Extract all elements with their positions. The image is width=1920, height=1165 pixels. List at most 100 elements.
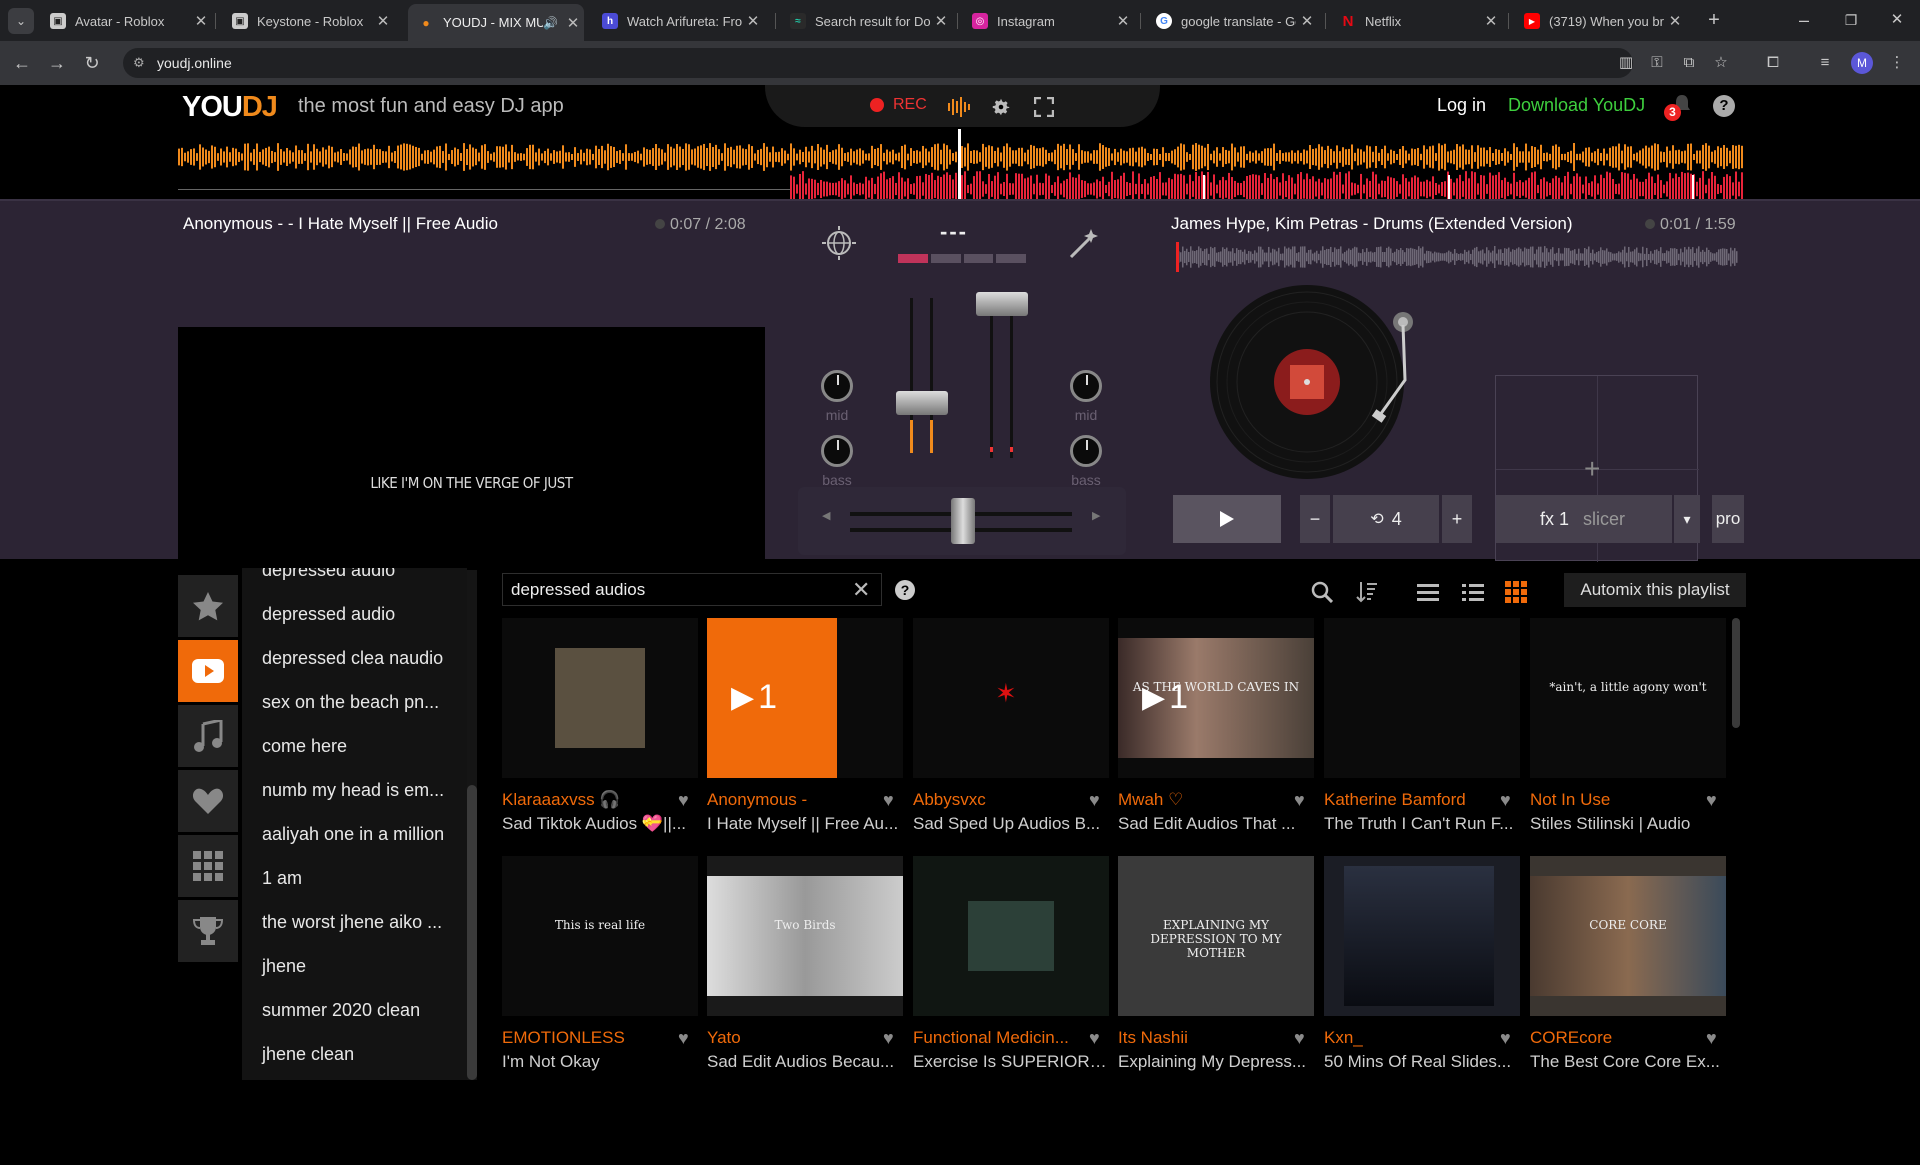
chevron-down-icon[interactable]: ▾ <box>1674 495 1700 543</box>
card-thumbnail[interactable]: ▶ 1 <box>707 618 903 778</box>
loop-plus-button[interactable]: + <box>1442 495 1472 543</box>
loop-size-button[interactable]: ⟲ 4 <box>1333 495 1439 543</box>
heart-icon[interactable]: ♥ <box>1500 790 1511 811</box>
card-uploader[interactable]: Katherine Bamford <box>1324 790 1492 810</box>
detail-list-view-icon[interactable] <box>1462 582 1484 602</box>
result-card[interactable]: Kxn_ ♥ 50 Mins Of Real Slides... <box>1324 856 1520 1076</box>
card-thumbnail[interactable] <box>502 618 698 778</box>
browser-menu-icon[interactable]: ⋮ <box>1886 52 1908 74</box>
close-icon[interactable]: ✕ <box>372 12 394 30</box>
tab-youdj[interactable]: ● YOUDJ - MIX MU 🔊 ✕ <box>408 4 584 41</box>
history-item[interactable]: depressed audio <box>262 604 395 625</box>
download-youdj-link[interactable]: Download YouDJ <box>1508 95 1645 116</box>
card-uploader[interactable]: Mwah ♡ <box>1118 790 1286 810</box>
result-card[interactable]: EXPLAINING MY DEPRESSION TO MY MOTHER Its… <box>1118 856 1314 1076</box>
close-icon[interactable]: ✕ <box>1480 12 1502 30</box>
card-thumbnail[interactable]: *ain't, a little agony won't <box>1530 618 1726 778</box>
close-icon[interactable]: ✕ <box>1112 12 1134 30</box>
deck-b-play-button[interactable] <box>1173 495 1281 543</box>
close-icon[interactable]: ✕ <box>742 12 764 30</box>
card-thumbnail[interactable]: Two Birds <box>707 856 903 1016</box>
card-uploader[interactable]: Klaraaaxvss 🎧 <box>502 790 670 810</box>
close-icon[interactable]: ✕ <box>930 12 952 30</box>
result-card[interactable]: Klaraaaxvss 🎧 ♥ Sad Tiktok Audios 💝||... <box>502 618 698 838</box>
equalizer-icon[interactable] <box>948 97 972 117</box>
search-icon[interactable] <box>1311 581 1333 603</box>
history-item[interactable]: the worst jhene aiko ... <box>262 912 442 933</box>
card-uploader[interactable]: Kxn_ <box>1324 1028 1492 1048</box>
heart-icon[interactable]: ♥ <box>1089 790 1100 811</box>
heart-icon[interactable]: ♥ <box>1706 790 1717 811</box>
left-eq-knob[interactable] <box>821 370 853 402</box>
result-card[interactable]: CORE CORE COREcore ♥ The Best Core Core Ex.… <box>1530 856 1726 1076</box>
history-item[interactable]: jhene clean <box>262 1044 354 1065</box>
close-icon[interactable]: ✕ <box>562 14 584 32</box>
favorites-star-tab[interactable] <box>178 575 238 637</box>
card-thumbnail[interactable]: ✶ <box>913 618 1109 778</box>
login-link[interactable]: Log in <box>1437 95 1486 116</box>
restore-button[interactable]: ❐ <box>1839 8 1863 32</box>
waveform-overview[interactable] <box>0 127 1920 207</box>
reader-mode-icon[interactable]: ▥ <box>1615 52 1637 74</box>
tab-avatar-roblox[interactable]: ▣ Avatar - Roblox ✕ <box>40 6 212 36</box>
tab-search-button[interactable]: ⌄ <box>8 8 34 34</box>
history-item[interactable]: sex on the beach pn... <box>262 692 439 713</box>
card-thumbnail[interactable] <box>1324 618 1520 778</box>
youdj-logo[interactable]: YOUDJ <box>182 91 278 124</box>
channel-b-volume-fader[interactable] <box>976 292 1028 316</box>
history-item[interactable]: depressed audio <box>262 568 395 581</box>
crossfader-left-arrow[interactable]: ◀ <box>822 509 830 522</box>
loop-minus-button[interactable]: − <box>1300 495 1330 543</box>
close-icon[interactable]: ✕ <box>1296 12 1318 30</box>
profile-avatar[interactable]: M <box>1851 52 1873 74</box>
grid-apps-tab[interactable] <box>178 835 238 897</box>
results-scrollbar-thumb[interactable] <box>1732 618 1740 728</box>
result-card[interactable]: Functional Medicin... ♥ Exercise Is SUPERI… <box>913 856 1109 1076</box>
history-scrollbar-thumb[interactable] <box>467 785 477 1080</box>
card-thumbnail[interactable] <box>1324 856 1520 1016</box>
liked-heart-tab[interactable] <box>178 770 238 832</box>
media-control-icon[interactable]: ≡ <box>1814 52 1836 74</box>
back-button[interactable]: ← <box>10 51 34 75</box>
sort-icon[interactable] <box>1356 581 1378 603</box>
result-card[interactable]: ✶ Abbysvxc ♥ Sad Sped Up Audios B... <box>913 618 1109 838</box>
heart-icon[interactable]: ♥ <box>1294 790 1305 811</box>
history-item[interactable]: come here <box>262 736 347 757</box>
card-thumbnail[interactable]: EXPLAINING MY DEPRESSION TO MY MOTHER <box>1118 856 1314 1016</box>
pro-button[interactable]: pro <box>1712 495 1744 543</box>
deck-b-turntable[interactable] <box>1210 285 1430 490</box>
password-key-icon[interactable]: ⚿ <box>1646 52 1668 74</box>
card-thumbnail[interactable]: This is real life <box>502 856 698 1016</box>
search-input[interactable]: depressed audios <box>502 573 882 606</box>
result-card[interactable]: Katherine Bamford ♥ The Truth I Can't Run … <box>1324 618 1520 838</box>
card-uploader[interactable]: EMOTIONLESS <box>502 1028 670 1048</box>
history-item[interactable]: numb my head is em... <box>262 780 444 801</box>
history-item[interactable]: summer 2020 clean <box>262 1000 420 1021</box>
music-note-tab[interactable] <box>178 705 238 767</box>
card-uploader[interactable]: Abbysvxc <box>913 790 1081 810</box>
grid-view-icon[interactable] <box>1505 581 1527 603</box>
right-eq-knob[interactable] <box>1070 370 1102 402</box>
trophy-tab[interactable] <box>178 900 238 962</box>
address-bar[interactable]: ⚙ youdj.online <box>123 48 1633 78</box>
channel-a-volume-fader[interactable] <box>896 391 948 415</box>
fx-select[interactable]: fx 1 slicer <box>1496 495 1672 543</box>
history-item[interactable]: jhene <box>262 956 306 977</box>
heart-icon[interactable]: ♥ <box>1294 1028 1305 1049</box>
result-card[interactable]: This is real life EMOTIONLESS ♥ I'm Not Oka… <box>502 856 698 1076</box>
settings-gear-icon[interactable] <box>990 96 1012 118</box>
result-card[interactable]: ▶ 1 Anonymous - ♥ I Hate Myself || Free Au..… <box>707 618 903 838</box>
heart-icon[interactable]: ♥ <box>1706 1028 1717 1049</box>
tab-keystone-roblox[interactable]: ▣ Keystone - Roblox ✕ <box>222 6 394 36</box>
forward-button[interactable]: → <box>45 51 69 75</box>
automix-playlist-button[interactable]: Automix this playlist <box>1564 573 1746 607</box>
heart-icon[interactable]: ♥ <box>678 790 689 811</box>
card-uploader[interactable]: Anonymous - <box>707 790 875 810</box>
tab-netflix[interactable]: N Netflix ✕ <box>1330 6 1502 36</box>
tab-youtube[interactable]: ▶ (3719) When you brin ✕ <box>1514 6 1686 36</box>
history-item[interactable]: aaliyah one in a million <box>262 824 444 845</box>
card-uploader[interactable]: Not In Use <box>1530 790 1698 810</box>
fullscreen-icon[interactable] <box>1034 97 1054 117</box>
card-thumbnail[interactable]: AS THE WORLD CAVES IN ▶ 1 <box>1118 618 1314 778</box>
globe-sync-icon[interactable] <box>821 225 857 261</box>
